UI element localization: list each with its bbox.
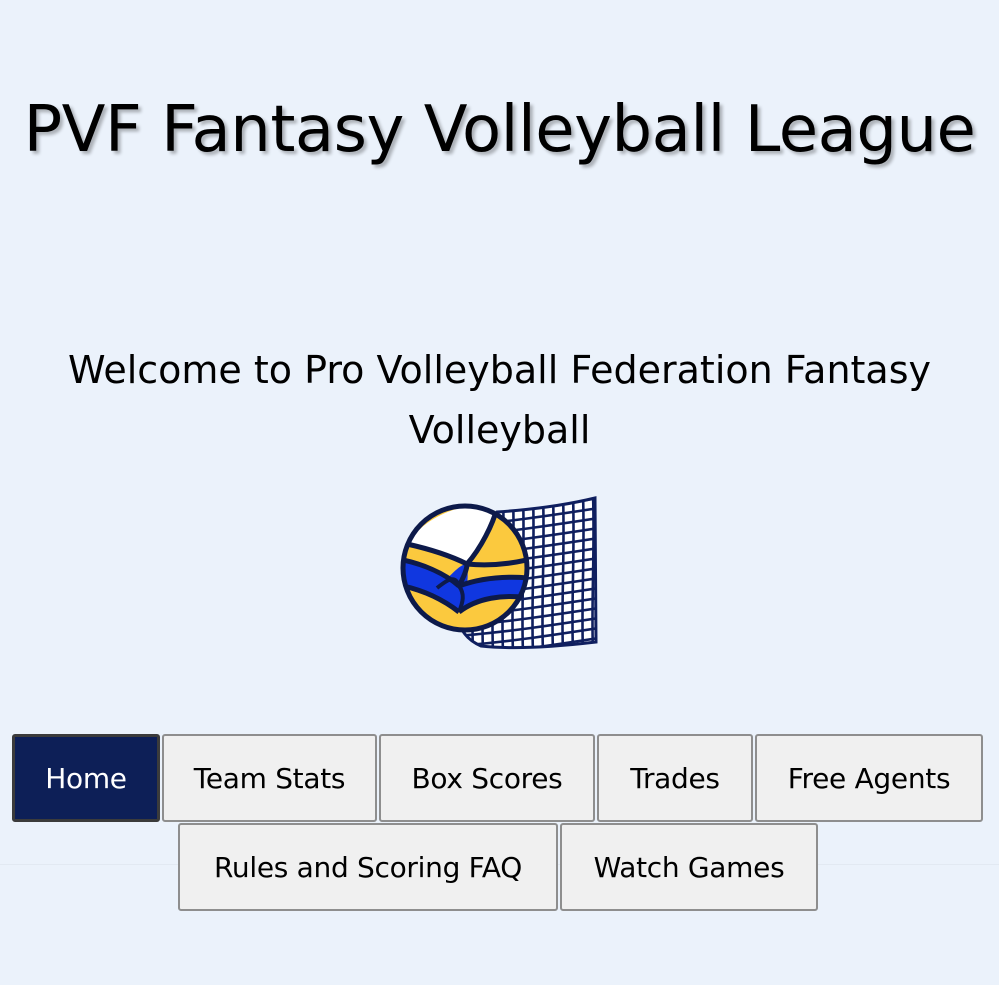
volleyball-logo-icon <box>400 496 598 650</box>
nav-watch-games-button[interactable]: Watch Games <box>560 823 818 911</box>
site-title: PVF Fantasy Volleyball League <box>23 93 976 167</box>
page: PVF Fantasy Volleyball League Welcome to… <box>0 0 999 985</box>
nav-box-scores-button[interactable]: Box Scores <box>379 734 595 822</box>
welcome-message: Welcome to Pro Volleyball Federation Fan… <box>67 348 931 452</box>
nav-trades-button[interactable]: Trades <box>597 734 753 822</box>
nav-team-stats-button[interactable]: Team Stats <box>162 734 377 822</box>
volleyball-icon <box>400 503 530 633</box>
nav-free-agents-button[interactable]: Free Agents <box>755 734 983 822</box>
nav-home-button[interactable]: Home <box>12 734 160 822</box>
nav-rules-faq-button[interactable]: Rules and Scoring FAQ <box>178 823 558 911</box>
